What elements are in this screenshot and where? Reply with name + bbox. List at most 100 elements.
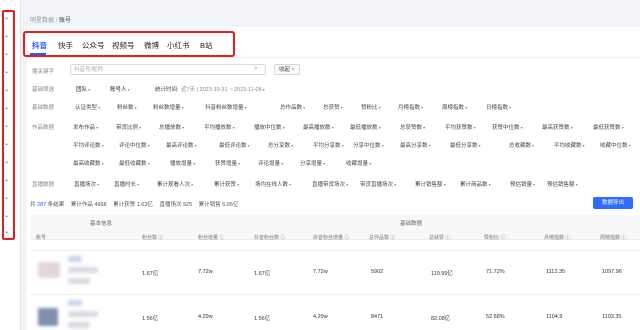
filter-chip[interactable]: 评论中位数 <box>119 141 150 149</box>
filter-chip[interactable]: 平均评论数 <box>73 141 104 149</box>
filter-chip[interactable]: 总获赞 <box>323 103 343 111</box>
filter-chip[interactable]: 预估销量 <box>510 180 535 188</box>
chevron-down-icon[interactable]: ⌄ <box>4 177 9 183</box>
stat-time-range[interactable]: 近7天 | 2023-10-31 ~ 2023-11-06 <box>181 85 265 93</box>
filter-chip[interactable]: 最高播放数 <box>303 123 334 131</box>
filter-chip[interactable]: 粉丝数增量 <box>153 103 184 111</box>
account-name[interactable] <box>68 256 82 262</box>
filter-chip[interactable]: 平均分享数 <box>313 141 344 149</box>
avatar[interactable] <box>38 262 60 278</box>
filter-chip[interactable]: 直播时长 <box>114 180 139 188</box>
column-header[interactable]: 抖音粉丝增量 ⓘ <box>313 234 349 241</box>
stats-prefix: 共 <box>30 202 36 208</box>
filter-chip[interactable]: 总播放数 <box>159 123 184 131</box>
cell-works: 8471 <box>371 314 384 320</box>
filter-chip[interactable]: 最低分享数 <box>450 141 481 149</box>
tab-wechat-official[interactable]: 公众号 <box>82 40 105 51</box>
chevron-down-icon[interactable]: ⌄ <box>4 87 9 93</box>
filter-chip[interactable]: 平均收藏数 <box>554 141 585 149</box>
collapse-button[interactable]: 收起 <box>274 64 300 75</box>
account-owner-filter[interactable]: 账号人 <box>110 85 130 93</box>
chevron-down-icon[interactable]: ⌄ <box>4 195 9 201</box>
chevron-down-icon[interactable]: ⌄ <box>4 105 9 111</box>
filter-chip[interactable]: 评论增量 <box>258 159 283 167</box>
filter-chip[interactable]: 播放增量 <box>170 159 195 167</box>
filter-chip[interactable]: 直播场次 <box>74 180 99 188</box>
filter-chip[interactable]: 总收藏数 <box>509 141 534 149</box>
filter-chip[interactable]: 获赞中位数 <box>492 123 523 131</box>
filter-chip[interactable]: 预估销售额 <box>547 180 578 188</box>
filter-chip[interactable]: 总获赞数 <box>400 123 425 131</box>
filter-chip[interactable]: 分享增量 <box>300 159 325 167</box>
tab-kuaishou[interactable]: 快手 <box>58 40 73 51</box>
filter-chip[interactable]: 总分享数 <box>268 141 293 149</box>
filter-chip[interactable]: 场均在线人数 <box>255 180 291 188</box>
column-header[interactable]: 月榜指数 ⓘ <box>544 234 570 241</box>
column-header[interactable]: 账号 <box>36 234 46 241</box>
team-filter[interactable]: 团队 <box>76 85 90 93</box>
filter-chip[interactable]: 赞粉比 <box>361 103 381 111</box>
tab-channels[interactable]: 视频号 <box>112 40 135 51</box>
filter-chip[interactable]: 抖音粉丝数增量 <box>205 103 247 111</box>
filter-chip[interactable]: 带货比例 <box>116 123 141 131</box>
filter-chip[interactable]: 月榜指数 <box>398 103 423 111</box>
column-header[interactable]: 粉丝数 ⓘ <box>142 234 163 241</box>
filter-chip[interactable]: 平均播放数 <box>204 123 235 131</box>
cell-fans-increase: 4.29w <box>198 314 213 320</box>
filter-chip[interactable]: 最高评论数 <box>166 141 197 149</box>
filter-chip[interactable]: 认证类型 <box>75 103 100 111</box>
filter-chip[interactable]: 播放中位数 <box>254 123 285 131</box>
filter-chip[interactable]: 最低收藏数 <box>119 159 150 167</box>
filter-chip[interactable]: 累计商品数 <box>460 180 491 188</box>
filter-chip[interactable]: 总作品数 <box>280 103 305 111</box>
filter-chip[interactable]: 最高获赞数 <box>542 123 573 131</box>
account-name[interactable] <box>68 300 82 306</box>
filter-chip[interactable]: 平均获赞数 <box>445 123 476 131</box>
chevron-down-icon[interactable]: ⌄ <box>4 69 9 75</box>
tab-douyin[interactable]: 抖音 <box>32 40 47 51</box>
column-header[interactable]: 总获赞 ⓘ <box>429 234 450 241</box>
export-button[interactable]: 数据导出 <box>593 197 633 209</box>
gmv-label: 累计销售 <box>198 202 221 208</box>
filter-chip[interactable]: 累计观看人次 <box>157 180 193 188</box>
filter-chip[interactable]: 最低获赞数 <box>593 123 624 131</box>
filter-chip[interactable]: 分享中位数 <box>353 141 384 149</box>
filter-chip[interactable]: 日榜指数 <box>486 103 511 111</box>
breadcrumb-parent[interactable]: 明星数据 <box>30 18 54 24</box>
filter-chip[interactable]: 周榜指数 <box>442 103 467 111</box>
chevron-down-icon[interactable]: ⌄ <box>4 51 9 57</box>
filter-chip[interactable]: 最低播放数 <box>350 123 381 131</box>
chevron-down-icon[interactable]: ⌄ <box>4 229 9 235</box>
column-header[interactable]: 赞粉比 ⓘ <box>484 234 505 241</box>
chevron-down-icon[interactable]: ⌄ <box>4 141 9 147</box>
filter-chip[interactable]: 最高分享数 <box>400 141 431 149</box>
column-header[interactable]: 抖音粉丝数 ⓘ <box>254 234 285 241</box>
group-header-basic: 基本信息 <box>90 221 113 227</box>
chevron-down-icon[interactable]: ⌄ <box>4 15 9 21</box>
filter-chip[interactable]: 粉丝数 <box>117 103 137 111</box>
chevron-down-icon[interactable]: ⌄ <box>4 159 9 165</box>
filter-chip[interactable]: 最高收藏数 <box>73 159 104 167</box>
column-header[interactable]: 周榜指数 ⓘ <box>600 234 626 241</box>
filter-chip[interactable]: 带货直播场次 <box>360 180 396 188</box>
tab-weibo[interactable]: 微博 <box>144 40 159 51</box>
filter-chip[interactable]: 累计获赞 <box>214 180 239 188</box>
filter-chip[interactable]: 收藏中位数 <box>600 141 631 149</box>
column-header[interactable]: 粉丝增量 ⓘ <box>198 234 224 241</box>
tab-xiaohongshu[interactable]: 小红书 <box>167 40 190 51</box>
chevron-down-icon[interactable]: ⌄ <box>4 33 9 39</box>
filter-chip[interactable]: 累计销售额 <box>415 180 446 188</box>
filter-chip[interactable]: 发布作品 <box>73 123 98 131</box>
filter-chip[interactable]: 直播带货场次 <box>312 180 348 188</box>
chevron-down-icon[interactable]: ⌄ <box>4 213 9 219</box>
tab-bilibili[interactable]: B站 <box>200 40 213 51</box>
search-input[interactable]: 抖音号/昵称 <box>70 64 266 75</box>
avatar[interactable] <box>38 308 58 326</box>
column-header[interactable]: 总作品数 ⓘ <box>369 234 395 241</box>
search-icon[interactable]: ⌕ <box>254 65 258 73</box>
filter-chip[interactable]: 获赞增量 <box>215 159 240 167</box>
filter-chip[interactable]: 收藏增量 <box>346 159 371 167</box>
cell-douyin-increase: 4.29w <box>313 314 328 320</box>
chevron-down-icon[interactable]: ⌄ <box>4 123 9 129</box>
filter-chip[interactable]: 最低评论数 <box>219 141 250 149</box>
